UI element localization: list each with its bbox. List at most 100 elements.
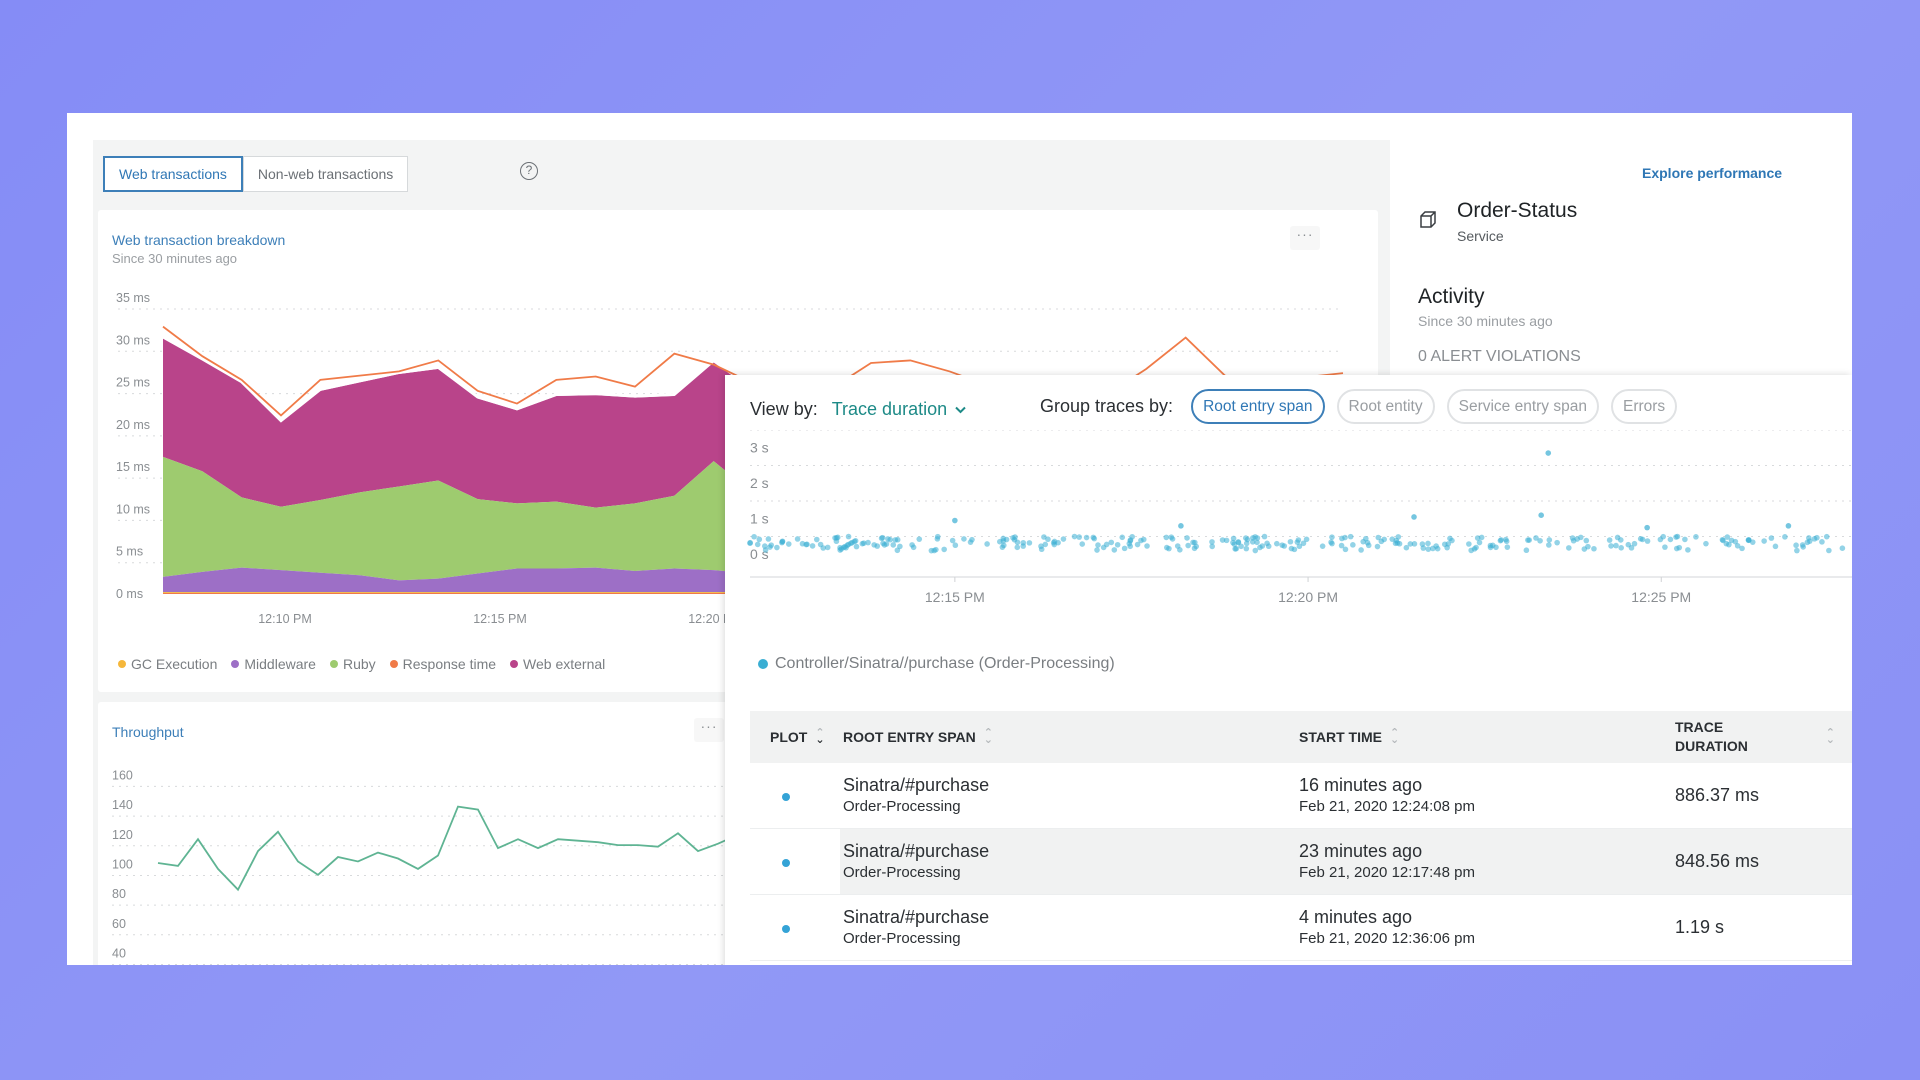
trace-point xyxy=(916,536,923,542)
trace-point xyxy=(1546,537,1553,543)
plot-dot[interactable] xyxy=(782,859,790,867)
trace-point xyxy=(853,543,860,550)
y-tick-label: 1 s xyxy=(750,511,769,527)
legend-item[interactable]: Ruby xyxy=(329,656,376,672)
trace-point xyxy=(1768,535,1775,541)
trace-point xyxy=(1673,545,1680,552)
span-entity: Order-Processing xyxy=(843,930,961,947)
trace-point xyxy=(813,536,820,543)
legend-label: Middleware xyxy=(244,656,316,672)
trace-point xyxy=(1259,543,1266,549)
legend-item[interactable]: Web external xyxy=(510,656,605,672)
alert-violations[interactable]: 0 ALERT VIOLATIONS xyxy=(1418,348,1581,366)
entity-name: Order-Status xyxy=(1457,199,1578,222)
trace-point xyxy=(1761,538,1767,544)
column-start-time[interactable]: START TIME ⌃ ⌄ xyxy=(1299,728,1399,746)
trace-point xyxy=(1577,534,1584,541)
trace-point xyxy=(809,543,816,549)
trace-point xyxy=(1667,536,1674,543)
trace-point xyxy=(1288,545,1295,552)
explore-performance-link[interactable]: Explore performance xyxy=(1642,165,1782,181)
trace-point xyxy=(1533,535,1539,541)
column-trace-duration[interactable]: TRACE DURATION ⌃ ⌄ xyxy=(1675,718,1835,756)
trace-point xyxy=(820,545,827,551)
trace-point xyxy=(1042,541,1049,548)
trace-point xyxy=(1473,544,1479,551)
trace-point xyxy=(1261,533,1268,540)
trace-point xyxy=(1164,544,1170,551)
tab-non-web-transactions[interactable]: Non-web transactions xyxy=(242,156,409,192)
trace-point xyxy=(1041,534,1047,540)
activity-title: Activity xyxy=(1418,285,1485,308)
span-name[interactable]: Sinatra/#purchase xyxy=(843,841,989,862)
trace-point xyxy=(1425,540,1431,547)
trace-point xyxy=(1628,545,1635,551)
table-row[interactable]: Sinatra/#purchase Order-Processing 16 mi… xyxy=(750,763,1852,829)
trace-point xyxy=(1138,537,1144,544)
trace-point xyxy=(1114,541,1121,548)
trace-point xyxy=(1358,547,1364,553)
plot-dot[interactable] xyxy=(782,925,790,933)
y-tick-label: 2 s xyxy=(750,475,769,491)
sort-icon: ⌃ ⌄ xyxy=(983,727,993,746)
plot-dot[interactable] xyxy=(782,793,790,801)
group-chip-root-entity[interactable]: Root entity xyxy=(1336,389,1435,424)
start-relative: 16 minutes ago xyxy=(1299,775,1423,795)
trace-point xyxy=(1169,536,1176,542)
tab-web-transactions[interactable]: Web transactions xyxy=(103,156,243,192)
trace-point xyxy=(1411,514,1417,520)
trace-point xyxy=(1192,539,1198,546)
group-chip-root-entry-span[interactable]: Root entry span xyxy=(1191,389,1325,424)
legend-item[interactable]: Response time xyxy=(389,656,496,672)
span-entity: Order-Processing xyxy=(843,798,961,815)
trace-point xyxy=(1662,544,1668,550)
table-row[interactable]: Sinatra/#purchase Order-Processing 4 min… xyxy=(750,895,1852,961)
trace-point xyxy=(1420,545,1427,551)
trace-point xyxy=(1273,540,1280,547)
trace-point xyxy=(1185,542,1191,549)
trace-point xyxy=(1389,536,1396,542)
traces-panel: View by: Trace duration Group traces by:… xyxy=(725,375,1852,965)
span-name[interactable]: Sinatra/#purchase xyxy=(843,775,989,796)
trace-point xyxy=(1111,547,1118,553)
trace-point xyxy=(1498,537,1504,543)
trace-point xyxy=(803,541,809,548)
chevron-down-icon xyxy=(955,406,966,413)
trace-point xyxy=(1444,544,1450,551)
trace-point xyxy=(1819,539,1825,545)
transaction-tabs: Web transactions Non-web transactions xyxy=(103,156,409,192)
table-row[interactable]: Sinatra/#purchase Order-Processing 23 mi… xyxy=(750,829,1852,895)
scatter-legend[interactable]: Controller/Sinatra//purchase (Order-Proc… xyxy=(758,655,1115,673)
legend-item[interactable]: GC Execution xyxy=(118,656,217,672)
legend-item[interactable]: Middleware xyxy=(231,656,316,672)
plot-cell xyxy=(750,763,840,828)
trace-point xyxy=(1693,534,1699,540)
trace-point xyxy=(1350,542,1356,548)
column-plot[interactable]: PLOT ⌃ ⌄ xyxy=(770,728,825,746)
help-icon[interactable]: ? xyxy=(520,162,538,180)
trace-point xyxy=(785,541,792,547)
legend-color-dot xyxy=(118,660,126,668)
column-root-entry-span[interactable]: ROOT ENTRY SPAN ⌃ ⌄ xyxy=(843,727,993,746)
trace-point xyxy=(1433,543,1439,549)
trace-point xyxy=(1279,542,1285,548)
trace-point xyxy=(1060,536,1067,542)
trace-point xyxy=(1365,542,1372,549)
trace-point xyxy=(754,541,761,548)
view-by-dropdown[interactable]: Trace duration xyxy=(832,399,966,420)
legend-label: Ruby xyxy=(342,656,376,672)
trace-point xyxy=(1546,542,1552,548)
trace-point xyxy=(931,547,938,554)
group-chip-errors[interactable]: Errors xyxy=(1610,389,1678,424)
cube-icon xyxy=(1420,211,1436,228)
y-tick-label: 20 ms xyxy=(116,418,150,432)
group-chip-service-entry-span[interactable]: Service entry span xyxy=(1446,389,1599,424)
trace-point xyxy=(1095,542,1101,548)
trace-point xyxy=(1745,536,1752,543)
span-name[interactable]: Sinatra/#purchase xyxy=(843,907,989,928)
trace-point xyxy=(999,544,1006,550)
plot-cell xyxy=(750,829,840,894)
view-by-label: View by: xyxy=(750,399,818,419)
throughput-chart: 20406080100120140160 xyxy=(112,768,738,965)
table-header: PLOT ⌃ ⌄ ROOT ENTRY SPAN ⌃ ⌄ START TIME ⌃ ⌄… xyxy=(750,711,1852,763)
